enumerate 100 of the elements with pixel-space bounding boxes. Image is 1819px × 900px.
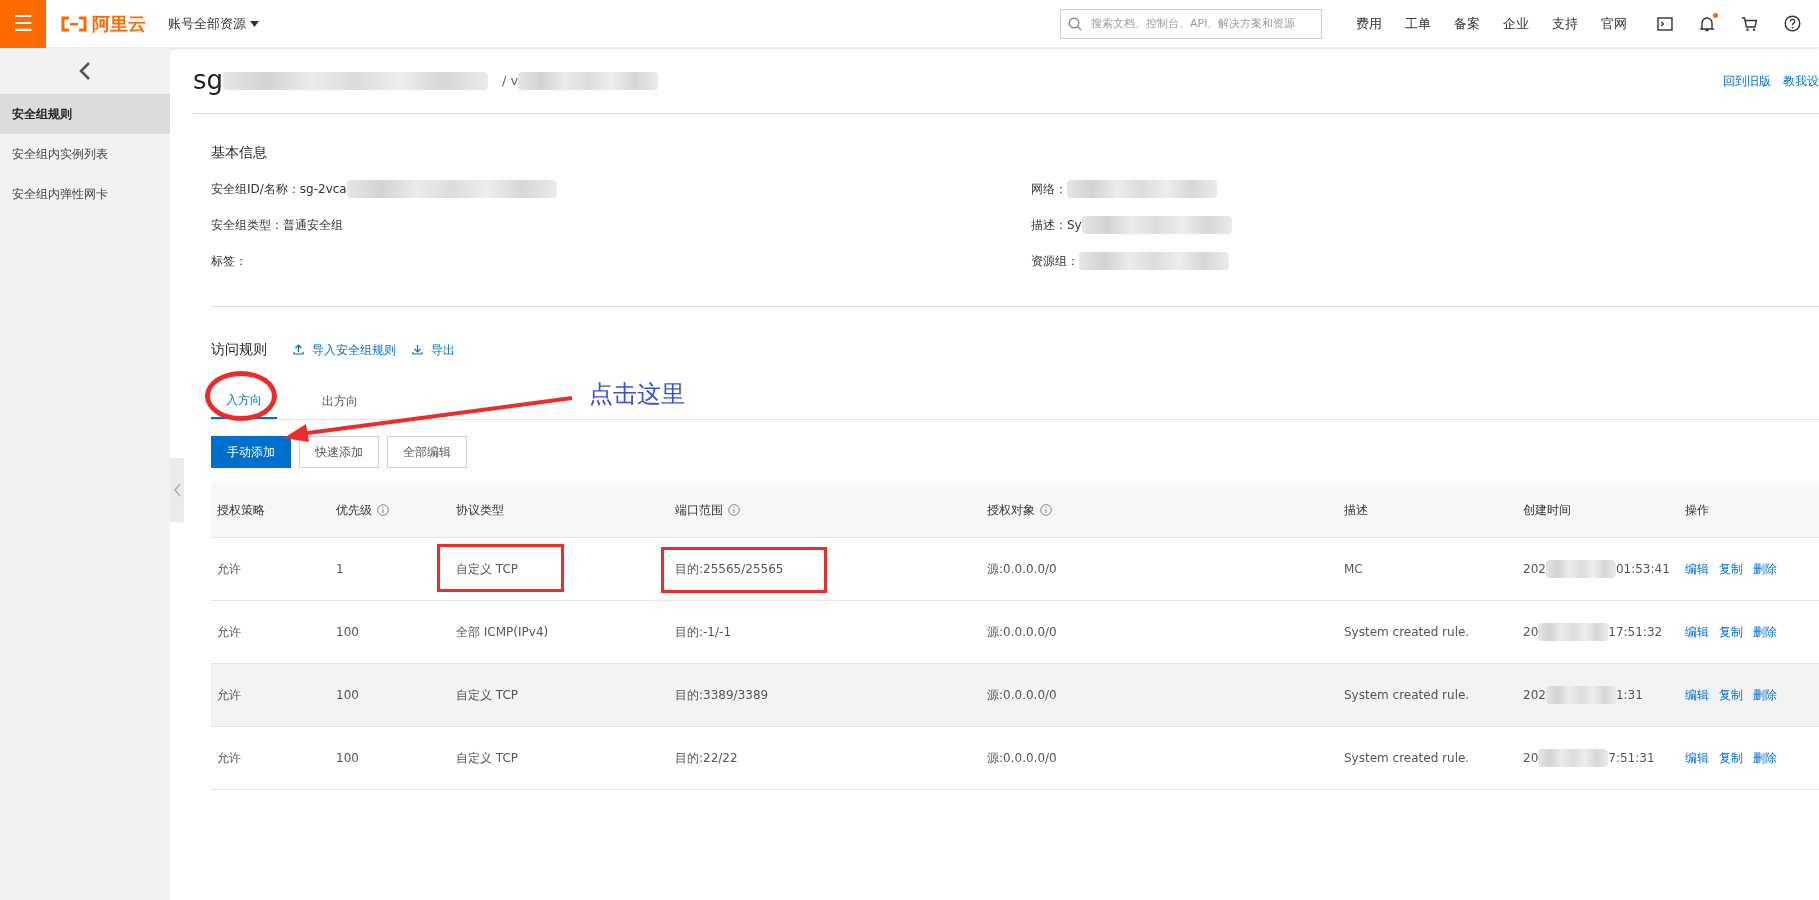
table-cell: 允许 [217, 562, 241, 576]
table-cell: 目的:25565/25565 [675, 562, 784, 576]
field-label: 安全组类型： [211, 217, 283, 234]
table-cell: 源:0.0.0.0/0 [987, 751, 1057, 765]
brand-name[interactable]: 阿里云 [92, 10, 146, 37]
blurred-text [1538, 623, 1609, 641]
nav-link[interactable]: 工单 [1405, 13, 1431, 34]
table-cell: 目的:22/22 [675, 751, 738, 765]
nav-link[interactable]: 官网 [1601, 13, 1627, 34]
column-header: 授权对象 [987, 501, 1035, 519]
toolbar-button[interactable]: 快速添加 [299, 436, 379, 468]
row-action-link[interactable]: 编辑 [1685, 686, 1709, 704]
column-header: 描述 [1344, 501, 1368, 519]
table-cell-text: 7:51:31 [1608, 750, 1655, 767]
section-title: 基本信息 [211, 143, 268, 162]
header-link[interactable]: 回到旧版 [1723, 71, 1771, 90]
column-header: 授权策略 [217, 501, 265, 519]
table-cell: 源:0.0.0.0/0 [987, 625, 1057, 639]
blurred-text [1545, 686, 1616, 704]
action-link[interactable]: 导出 [412, 340, 455, 359]
table-cell-text: 1:31 [1615, 687, 1643, 704]
table-cell: 自定义 TCP [456, 751, 519, 765]
table-cell: 允许 [217, 625, 241, 639]
blurred-text [1538, 749, 1609, 767]
field-value: 普通安全组 [283, 217, 343, 234]
row-action-link[interactable]: 复制 [1719, 560, 1743, 578]
table-cell: 全部 ICMP(IPv4) [456, 625, 549, 639]
table-cell: 100 [336, 751, 359, 765]
bell-icon[interactable] [1699, 15, 1715, 32]
annotation-note: 点击这里 [589, 379, 685, 410]
row-action-link[interactable]: 删除 [1753, 623, 1777, 641]
field-label: 网络： [1031, 181, 1067, 198]
resource-switch[interactable]: 账号全部资源 [168, 13, 259, 34]
table-cell-text: 17:51:32 [1608, 624, 1663, 641]
menu-button[interactable]: ☰ [0, 0, 46, 48]
table-cell: 允许 [217, 751, 241, 765]
table-cell: 目的:3389/3389 [675, 688, 769, 702]
row-action-link[interactable]: 编辑 [1685, 623, 1709, 641]
table-cell-text: 20 [1523, 624, 1539, 641]
table-cell-text: 20 [1523, 750, 1539, 767]
sidebar-item[interactable]: 安全组内弹性网卡 [0, 174, 170, 214]
field-value: sg-2vca [299, 181, 347, 198]
table-cell: System created rule. [1344, 688, 1470, 702]
row-action-link[interactable]: 复制 [1719, 623, 1743, 641]
table-cell: 源:0.0.0.0/0 [987, 562, 1057, 576]
row-action-link[interactable]: 复制 [1719, 749, 1743, 767]
table-cell: 源:0.0.0.0/0 [987, 688, 1057, 702]
toolbar-button[interactable]: 手动添加 [211, 436, 291, 468]
column-header: 端口范围 [675, 501, 723, 519]
table-cell-text: 01:53:41 [1615, 561, 1670, 578]
column-header: 协议类型 [456, 501, 504, 519]
nav-link[interactable]: 支持 [1552, 13, 1578, 34]
search-field[interactable]: 搜索文档、控制台、API、解决方案和资源 [1060, 8, 1322, 39]
collapse-handle[interactable] [170, 458, 184, 522]
page-title: sg [193, 64, 224, 97]
page-title-suffix: / v [502, 71, 519, 90]
info-icon[interactable] [377, 503, 389, 516]
row-action-link[interactable]: 复制 [1719, 686, 1743, 704]
help-icon[interactable] [1784, 15, 1801, 32]
table-cell: 自定义 TCP [456, 562, 519, 576]
info-icon[interactable] [728, 503, 740, 516]
row-action-link[interactable]: 编辑 [1685, 560, 1709, 578]
nav-link[interactable]: 企业 [1503, 13, 1529, 34]
column-header: 创建时间 [1523, 501, 1571, 519]
blurred-text [1545, 560, 1616, 578]
table-cell-text: 202 [1523, 687, 1546, 704]
row-action-link[interactable]: 删除 [1753, 560, 1777, 578]
table-cell: 100 [336, 688, 359, 702]
section-title: 访问规则 [211, 340, 267, 359]
header-link[interactable]: 教我设 [1783, 71, 1819, 90]
field-label: 标签： [211, 253, 247, 270]
row-action-link[interactable]: 编辑 [1685, 749, 1709, 767]
table-cell-text: 202 [1523, 561, 1546, 578]
terminal-icon[interactable] [1657, 16, 1673, 31]
logo-icon [60, 15, 88, 32]
download-icon [412, 344, 423, 355]
tab[interactable]: 出方向 [307, 383, 373, 419]
field-label: 安全组ID/名称： [211, 181, 300, 198]
row-action-link[interactable]: 删除 [1753, 749, 1777, 767]
sidebar-item[interactable]: 安全组内实例列表 [0, 134, 170, 174]
nav-link[interactable]: 费用 [1356, 13, 1382, 34]
search-icon [1068, 16, 1082, 31]
sidebar-item[interactable]: 安全组规则 [0, 94, 170, 134]
tab[interactable]: 入方向 [211, 383, 277, 419]
column-header: 操作 [1685, 501, 1709, 519]
cart-icon[interactable] [1741, 15, 1758, 32]
toolbar-button[interactable]: 全部编辑 [387, 436, 467, 468]
field-label: 资源组： [1031, 253, 1079, 270]
table-cell: System created rule. [1344, 625, 1470, 639]
field-value: Sy [1067, 217, 1082, 234]
table-cell: MC [1344, 562, 1363, 576]
action-link[interactable]: 导入安全组规则 [293, 340, 396, 359]
nav-link[interactable]: 备案 [1454, 13, 1480, 34]
column-header: 优先级 [336, 501, 372, 519]
table-cell: 允许 [217, 688, 241, 702]
field-label: 描述： [1031, 217, 1067, 234]
table-cell: 目的:-1/-1 [675, 625, 731, 639]
row-action-link[interactable]: 删除 [1753, 686, 1777, 704]
info-icon[interactable] [1040, 503, 1052, 516]
back-icon[interactable] [79, 61, 91, 81]
